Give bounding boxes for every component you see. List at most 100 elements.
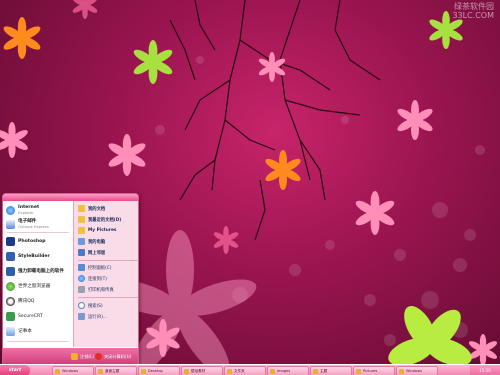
place-label: 网上邻居 [88,250,106,256]
task-label: Windows [406,369,423,373]
task-label: Images [277,369,291,373]
task-label: Windows [62,369,79,373]
taskbar-item[interactable]: 壁纸素材 [181,366,223,375]
place-label: 我最近的文档(D) [88,217,122,223]
pinned-email[interactable]: 电子邮件 Outlook Express [6,218,49,230]
folder-icon [98,368,103,374]
divider [78,297,138,298]
desktop: 绿茶软件园 33LC.COM Internet Explorer 电子邮件 Outl… [0,0,500,375]
place-control-panel[interactable]: 控制面板(C) [78,263,112,272]
shutdown-button[interactable]: 关闭计算机(U) [95,352,131,361]
system-tray-clock[interactable]: 15:36 [470,365,500,375]
clock-label: 15:36 [479,368,491,373]
ie-icon [6,205,15,215]
recent-browser[interactable]: 世界之窗浏览器 [6,280,50,292]
recent-label: 强力卸载电脑上的软件 [18,269,64,274]
watermark-line2: 33LC.COM [452,11,494,20]
folder-icon [227,368,232,374]
start-menu-programs: Internet Explorer 电子邮件 Outlook Express Pho… [3,201,73,356]
place-label: 连接到(T) [88,276,107,282]
logoff-label: 注销(L) [80,353,94,359]
pinned-sub: Outlook Express [18,224,49,229]
folder-icon [399,368,404,374]
folder-icon [356,368,361,374]
folder-icon [270,368,275,374]
task-label: Desktop [148,369,163,373]
place-label: 搜索(S) [88,303,103,309]
photoshop-icon [6,236,15,246]
taskbar-item[interactable]: 桌面主题 [95,366,137,375]
task-label: Pictures [363,369,378,373]
start-menu-header [3,194,138,201]
watermark-line1: 绿茶软件园 [454,2,494,11]
place-label: 我的文档 [88,206,106,212]
divider [78,260,138,261]
connect-icon [78,275,85,282]
start-button[interactable]: start [0,365,30,375]
my-documents-icon [78,205,85,212]
mail-icon [6,219,15,229]
power-icon [95,353,102,360]
qq-icon [6,296,15,306]
place-label: 打印机和传真 [88,287,114,293]
my-pictures-icon [78,227,85,234]
place-printers[interactable]: 打印机和传真 [78,285,114,294]
securecrt-icon [6,311,15,321]
taskbar-item[interactable]: 文件夹 [224,366,266,375]
control-panel-icon [78,264,85,271]
task-label: 壁纸素材 [191,368,206,373]
place-connect[interactable]: 连接到(T) [78,274,107,283]
recent-uninstall[interactable]: 强力卸载电脑上的软件 [6,265,64,277]
place-label: 控制面板(C) [88,265,112,271]
taskbar-item[interactable]: 主题 [310,366,352,375]
recent-label: StyleBuilder [18,253,50,259]
printer-icon [78,286,85,293]
my-computer-icon [78,238,85,245]
taskbar-item[interactable]: Images [267,366,309,375]
task-label: 文件夹 [234,368,245,373]
shutdown-label: 关闭计算机(U) [104,353,132,359]
recent-qq[interactable]: 腾讯QQ [6,295,34,307]
recent-label: 腾讯QQ [18,299,35,304]
folder-icon [55,368,60,374]
folder-icon [141,368,146,374]
start-label: start [8,368,22,373]
browser-icon [6,281,15,291]
logoff-icon [71,353,78,360]
taskbar: start Windows 桌面主题 Desktop 壁纸素材 文件夹 Imag… [0,364,500,375]
folder-icon [313,368,318,374]
start-menu: Internet Explorer 电子邮件 Outlook Express Pho… [2,193,139,365]
place-run[interactable]: 运行(R)... [78,312,107,321]
taskbar-item[interactable]: Desktop [138,366,180,375]
stylebuilder-icon [6,251,15,261]
place-my-documents[interactable]: 我的文档 [78,204,105,213]
taskbar-item[interactable]: Windows [52,366,94,375]
place-my-computer[interactable]: 我的电脑 [78,237,105,246]
recent-docs-icon [78,216,85,223]
recent-photoshop[interactable]: Photoshop [6,235,46,247]
start-menu-places: 我的文档 我最近的文档(D) My Pictures 我的电脑 网上邻居 控制面… [73,201,138,347]
pinned-sub: Explorer [18,210,34,215]
logoff-button[interactable]: 注销(L) [71,352,94,361]
network-icon [78,249,85,256]
task-label: 主题 [320,368,328,373]
place-search[interactable]: 搜索(S) [78,301,103,310]
start-menu-footer: 注销(L) 关闭计算机(U) [3,348,138,364]
recent-notepad[interactable]: 记事本 [6,325,32,337]
place-network[interactable]: 网上邻居 [78,248,105,257]
place-my-pictures[interactable]: My Pictures [78,226,116,235]
recent-securecrt[interactable]: SecureCRT [6,310,43,322]
pinned-internet[interactable]: Internet Explorer [6,204,39,216]
folder-icon [184,368,189,374]
taskbar-item[interactable]: Pictures [353,366,395,375]
task-label: 桌面主题 [105,368,120,373]
recent-label: Photoshop [18,238,46,244]
place-label: 我的电脑 [88,239,106,245]
place-label: My Pictures [88,228,117,233]
taskbar-item[interactable]: Windows [396,366,438,375]
place-label: 运行(R)... [88,314,108,320]
watermark: 绿茶软件园 33LC.COM [452,2,494,20]
place-recent-docs[interactable]: 我最近的文档(D) [78,215,121,224]
recent-stylebuilder[interactable]: StyleBuilder [6,250,50,262]
recent-label: SecureCRT [18,313,43,319]
